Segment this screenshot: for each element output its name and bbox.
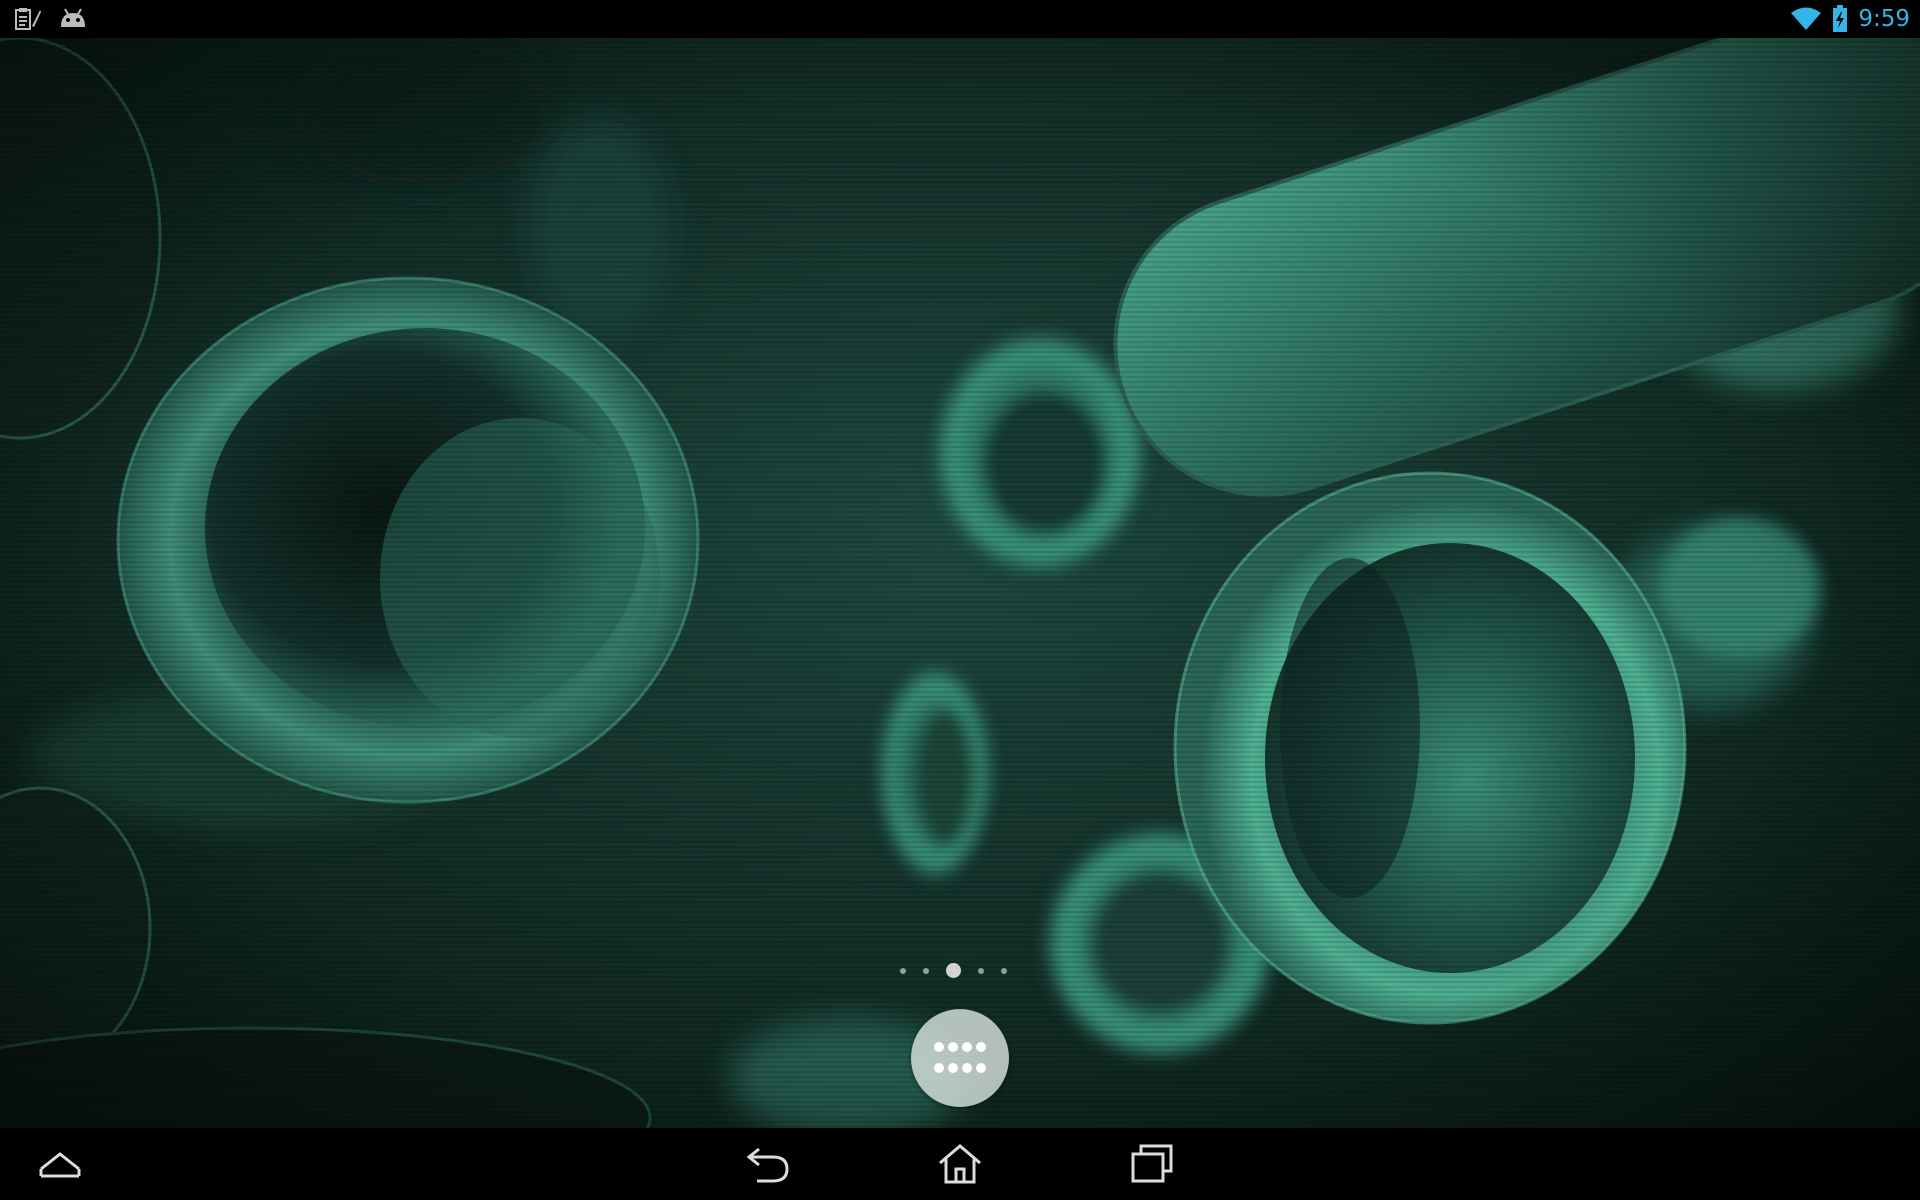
home-icon <box>939 1144 981 1184</box>
system-status-icons: 9:59 <box>1790 4 1910 34</box>
navigation-bar <box>0 1128 1920 1200</box>
back-icon <box>746 1147 789 1183</box>
status-bar[interactable]: 9:59 <box>0 0 1920 38</box>
hide-keyboard-icon <box>39 1152 81 1178</box>
page-dot-4 <box>978 967 984 974</box>
page-dot-1 <box>900 967 906 974</box>
app-drawer-grid-icon <box>934 1042 986 1073</box>
page-dot-5 <box>1001 967 1007 974</box>
wifi-icon <box>1791 7 1822 30</box>
android-home-screen: 9:59 <box>0 0 1920 1200</box>
page-dot-3-active <box>946 963 961 978</box>
home-page-indicator <box>900 963 1007 978</box>
status-clock: 9:59 <box>1858 6 1910 32</box>
recent-apps-icon <box>1131 1144 1173 1183</box>
all-apps-button[interactable] <box>911 1009 1009 1107</box>
battery-charging-icon <box>1833 5 1848 32</box>
recent-apps-button[interactable] <box>1112 1134 1192 1194</box>
hide-keyboard-button[interactable] <box>20 1134 100 1194</box>
android-debug-icon <box>61 8 85 27</box>
back-button[interactable] <box>728 1134 808 1194</box>
clipboard-notification-icon <box>15 8 41 30</box>
home-button[interactable] <box>920 1134 1000 1194</box>
notification-icons <box>14 6 88 32</box>
page-dot-2 <box>923 967 929 974</box>
